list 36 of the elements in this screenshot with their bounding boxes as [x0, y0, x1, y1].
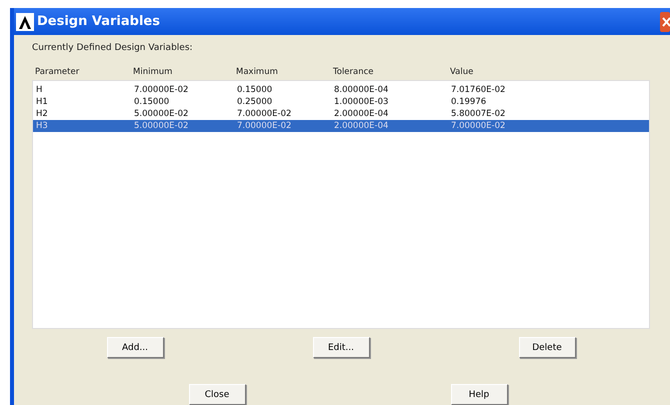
table-cell-text: H: [36, 85, 44, 95]
table-cell-text: H2: [36, 109, 49, 119]
table-cell-text: 1.00000E-03: [334, 97, 390, 107]
dialog-button[interactable]: Edit...: [312, 337, 370, 358]
table-cell-text: 5.00000E-02: [134, 109, 190, 119]
column-header: Tolerance: [333, 67, 375, 77]
table-cell-text: 0.19976: [451, 97, 488, 107]
column-header: Value: [450, 67, 474, 77]
table-row[interactable]: H 7.00000E-02 0.15000 8.00000E-04 7.01760E-02: [33, 84, 649, 96]
list-label: Currently Defined Design Variables:: [32, 43, 194, 55]
table-cell-text: 2.00000E-04: [334, 109, 390, 119]
dialog-button[interactable]: Help: [450, 384, 508, 405]
table-cell-text: 0.25000: [237, 97, 274, 107]
table-cell-text: 7.00000E-02: [237, 109, 292, 119]
table-cell-text: 5.80007E-02: [451, 109, 506, 119]
column-header: Minimum: [133, 67, 174, 77]
table-cell-text: 7.00000E-02: [237, 121, 292, 131]
dialog-button[interactable]: Close: [188, 384, 246, 405]
table-cell-text: 0.15000: [134, 97, 170, 107]
table-row[interactable]: H3 5.00000E-02 7.00000E-02 2.00000E-04 7.00000E-02: [33, 120, 649, 132]
table-row[interactable]: H2 5.00000E-02 7.00000E-02 2.00000E-04 5.80007E-02: [33, 108, 649, 120]
dialog-button[interactable]: Delete: [518, 337, 576, 358]
table-cell-text: 5.00000E-02: [134, 121, 190, 131]
table-cell-text: 0.15000: [237, 85, 274, 95]
table-cell-text: 7.01760E-02: [451, 85, 506, 95]
table-cell-text: H3: [36, 121, 49, 131]
table-cell-text: 2.00000E-04: [334, 121, 390, 131]
table-cell-text: 7.00000E-02: [451, 121, 506, 131]
window-title: Design Variables: [37, 14, 161, 29]
table-cell-text: 7.00000E-02: [134, 85, 190, 95]
table-row[interactable]: H1 0.15000 0.25000 1.00000E-03 0.19976: [33, 96, 649, 108]
table-cell-text: 8.00000E-04: [334, 85, 390, 95]
column-header: Maximum: [236, 67, 279, 77]
table-cell-text: H1: [36, 97, 49, 107]
dialog-button[interactable]: Add...: [106, 337, 164, 358]
column-header: Parameter: [35, 67, 80, 77]
